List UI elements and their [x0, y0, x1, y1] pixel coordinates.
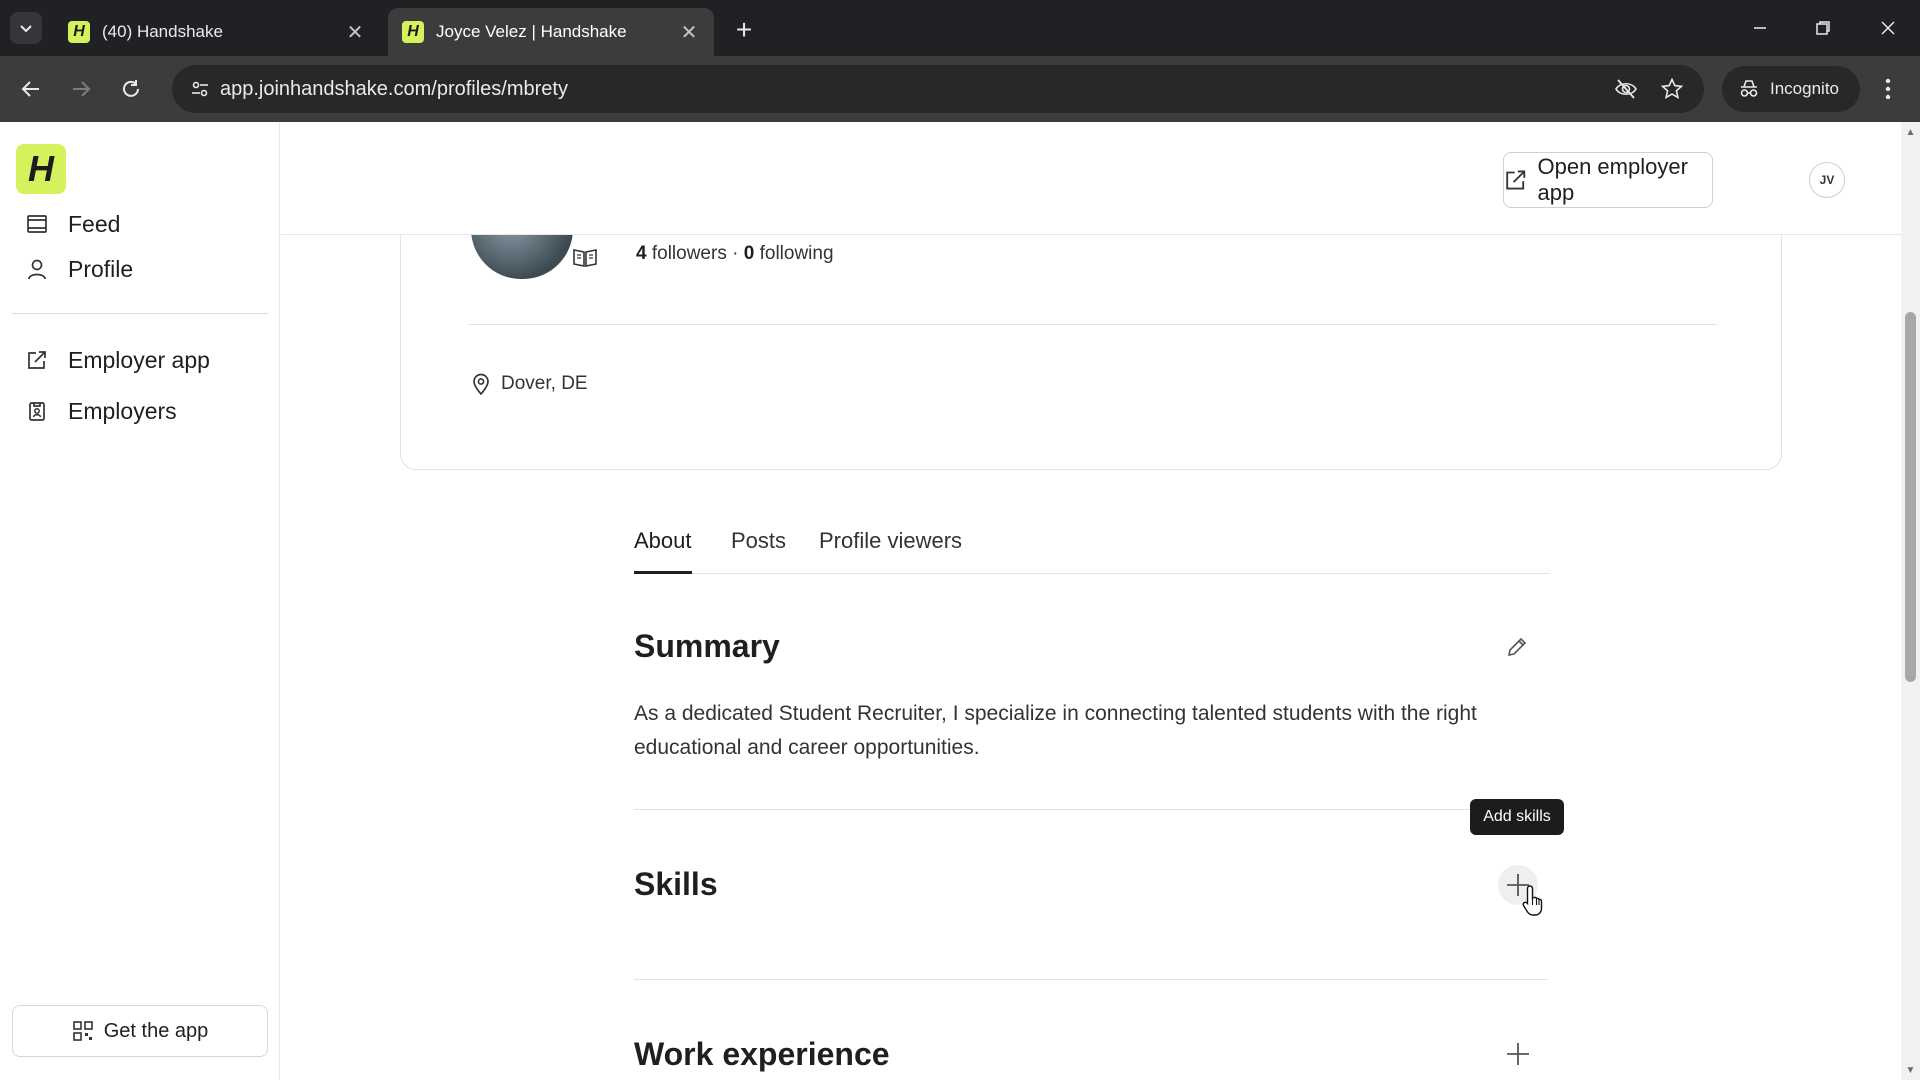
address-bar[interactable]: app.joinhandshake.com/profiles/mbrety [172, 65, 1704, 113]
user-avatar[interactable]: JV [1809, 162, 1845, 198]
tab-posts[interactable]: Posts [731, 528, 786, 574]
new-tab-button[interactable]: + [728, 14, 760, 46]
chevron-down-icon [20, 25, 32, 33]
location-pin-icon [473, 373, 489, 395]
sidebar-divider [12, 313, 268, 314]
person-icon [24, 256, 50, 282]
followers-label: followers [651, 243, 727, 264]
summary-text: As a dedicated Student Recruiter, I spec… [634, 702, 1477, 759]
url-text[interactable]: app.joinhandshake.com/profiles/mbrety [220, 78, 568, 101]
incognito-label: Incognito [1770, 79, 1839, 98]
edit-summary-button[interactable] [1500, 630, 1534, 664]
close-tab-icon[interactable]: ✕ [678, 21, 700, 44]
section-divider [634, 809, 1548, 810]
handshake-favicon-icon: H [402, 21, 424, 43]
qr-code-icon [72, 1021, 93, 1041]
sidebar-item-label: Employer app [68, 346, 210, 373]
browser-menu-icon[interactable] [1876, 72, 1900, 106]
tab-profile-viewers[interactable]: Profile viewers [819, 528, 962, 574]
browser-tab-profile[interactable]: H Joyce Velez | Handshake ✕ [388, 8, 714, 56]
browser-toolbar: app.joinhandshake.com/profiles/mbrety In… [0, 56, 1920, 122]
pencil-icon [1507, 637, 1527, 657]
following-label: following [759, 243, 834, 264]
forward-button[interactable] [62, 70, 100, 108]
sidebar-item-employer-app[interactable]: Employer app [24, 340, 210, 380]
sidebar-item-label: Profile [68, 255, 134, 282]
bookmark-star-icon[interactable] [1658, 75, 1686, 103]
section-divider [634, 979, 1548, 980]
open-employer-app-label: Open employer app [1537, 154, 1688, 205]
scroll-up-arrow-icon[interactable]: ▲ [1905, 126, 1916, 138]
card-divider [469, 324, 1717, 325]
incognito-indicator[interactable]: Incognito [1722, 66, 1860, 112]
back-arrow-icon [21, 81, 39, 97]
external-link-icon [1506, 170, 1526, 190]
main-header: Open employer app JV [281, 122, 1901, 235]
profile-tabs: About Posts Profile viewers [634, 528, 1550, 574]
reload-button[interactable] [112, 70, 150, 108]
feed-icon [24, 211, 50, 237]
reload-icon [123, 80, 139, 97]
sidebar-item-employers[interactable]: Employers [24, 391, 177, 431]
incognito-icon [1740, 80, 1758, 97]
browser-tab-handshake-feed[interactable]: H (40) Handshake ✕ [54, 8, 380, 56]
scroll-down-arrow-icon[interactable]: ▼ [1905, 1064, 1916, 1076]
location: Dover, DE [471, 373, 588, 395]
followers-count: 4 [636, 243, 647, 264]
tab-search-button[interactable] [10, 12, 42, 44]
get-the-app-label: Get the app [103, 1019, 209, 1042]
badge-icon [24, 398, 50, 424]
plus-icon [1507, 1043, 1529, 1065]
edit-photo-icon[interactable] [567, 239, 603, 275]
sidebar: H Feed Profile Employer app Employers Ge… [0, 122, 280, 1080]
followers-info[interactable]: 4 followers · 0 following [636, 243, 834, 265]
sidebar-item-label: Feed [68, 210, 121, 237]
sidebar-item-label: Employers [68, 397, 177, 424]
minimize-window-icon[interactable] [1740, 10, 1780, 46]
get-the-app-button[interactable]: Get the app [12, 1005, 268, 1057]
stats-separator: · [732, 243, 739, 264]
restore-window-icon[interactable] [1803, 10, 1843, 46]
page-scrollbar[interactable]: ▲ ▼ [1901, 122, 1920, 1080]
location-text: Dover, DE [501, 373, 588, 394]
open-employer-app-button[interactable]: Open employer app [1503, 152, 1713, 208]
scrollbar-thumb[interactable] [1905, 312, 1916, 682]
external-link-icon [24, 347, 50, 373]
sidebar-item-feed[interactable]: Feed [24, 204, 120, 244]
handshake-logo[interactable]: H [16, 144, 66, 194]
summary-heading: Summary [634, 628, 780, 664]
sidebar-item-profile[interactable]: Profile [24, 249, 133, 289]
work-experience-heading: Work experience [634, 1036, 890, 1072]
close-tab-icon[interactable]: ✕ [344, 21, 366, 44]
skills-heading: Skills [634, 866, 718, 902]
back-button[interactable] [12, 70, 50, 108]
following-count: 0 [743, 243, 755, 264]
hand-cursor-icon [1522, 885, 1543, 916]
tab-about[interactable]: About [634, 528, 692, 574]
forward-arrow-icon [73, 81, 91, 97]
tab-title: (40) Handshake [102, 22, 223, 41]
browser-tabstrip: H (40) Handshake ✕ H Joyce Velez | Hands… [0, 0, 1920, 56]
handshake-favicon-icon: H [68, 21, 90, 43]
site-settings-icon[interactable] [186, 75, 214, 103]
add-work-experience-button[interactable] [1498, 1034, 1538, 1074]
eye-off-icon[interactable] [1612, 75, 1640, 103]
tab-title: Joyce Velez | Handshake [436, 22, 627, 41]
close-window-icon[interactable] [1868, 10, 1908, 46]
add-skills-tooltip: Add skills [1470, 799, 1564, 835]
